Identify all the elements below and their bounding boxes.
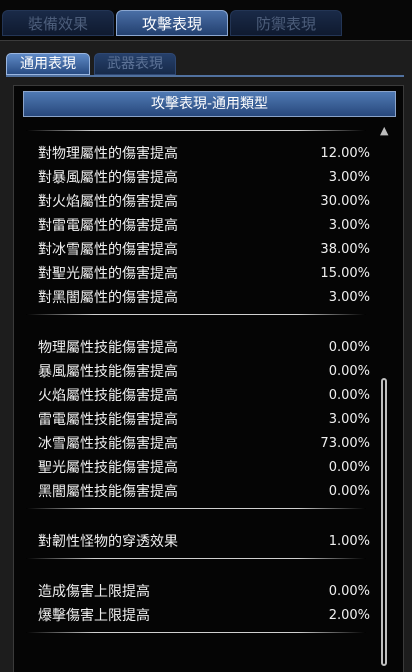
stat-row: 對聖光屬性的傷害提高 15.00% [38, 263, 370, 285]
stat-value: 38.00% [320, 242, 370, 257]
stat-row: 火焰屬性技能傷害提高 0.00% [38, 385, 370, 407]
stat-row: 對黑闇屬性的傷害提高 3.00% [38, 287, 370, 309]
stat-value: 30.00% [320, 194, 370, 209]
stats-panel: 攻擊表現-通用類型 ▲ 對物理屬性的傷害提高 12.00% 對暴風屬性的傷害提高 3.… [13, 85, 404, 672]
stat-value: 0.00% [328, 584, 370, 599]
stat-value: 3.00% [328, 412, 370, 427]
stat-label: 造成傷害上限提高 [38, 584, 150, 600]
chevron-up-icon[interactable]: ▲ [380, 125, 390, 136]
tab-attack-performance[interactable]: 攻擊表現 [116, 10, 228, 36]
stat-row: 對火焰屬性的傷害提高 30.00% [38, 191, 370, 213]
stat-row: 對冰雪屬性的傷害提高 38.00% [38, 239, 370, 261]
section-divider [26, 632, 366, 633]
stat-label: 物理屬性技能傷害提高 [38, 340, 178, 356]
stat-value: 2.00% [328, 608, 370, 623]
stat-label: 對暴風屬性的傷害提高 [38, 170, 178, 186]
stat-row: 爆擊傷害上限提高 2.00% [38, 605, 370, 627]
stat-label: 對黑闇屬性的傷害提高 [38, 290, 178, 306]
stat-value: 0.00% [328, 340, 370, 355]
subtab-weapon[interactable]: 武器表現 [94, 53, 176, 75]
stat-label: 聖光屬性技能傷害提高 [38, 460, 178, 476]
stat-value: 0.00% [328, 364, 370, 379]
stat-label: 對物理屬性的傷害提高 [38, 146, 178, 162]
tab-equipment-effects[interactable]: 裝備效果 [2, 10, 114, 36]
stat-value: 15.00% [320, 266, 370, 281]
subtab-general[interactable]: 通用表現 [6, 53, 90, 75]
section-divider [26, 558, 366, 559]
stat-value: 0.00% [328, 388, 370, 403]
main-frame: 通用表現 武器表現 攻擊表現-通用類型 ▲ 對物理屬性的傷害提高 12.00% 對暴… [0, 40, 412, 672]
stat-row: 對物理屬性的傷害提高 12.00% [38, 143, 370, 165]
stat-label: 爆擊傷害上限提高 [38, 608, 150, 624]
section-divider [26, 130, 366, 131]
section-title: 攻擊表現-通用類型 [23, 91, 396, 117]
stat-label: 對聖光屬性的傷害提高 [38, 266, 178, 282]
stat-row: 造成傷害上限提高 0.00% [38, 581, 370, 603]
stat-label: 對韌性怪物的穿透效果 [38, 534, 178, 550]
section-divider [26, 508, 366, 509]
stat-row: 對雷電屬性的傷害提高 3.00% [38, 215, 370, 237]
scrollbar-thumb[interactable] [381, 378, 387, 666]
stat-row: 物理屬性技能傷害提高 0.00% [38, 337, 370, 359]
subtab-underline [6, 75, 404, 77]
stat-value: 73.00% [320, 436, 370, 451]
section-divider [26, 314, 366, 315]
tab-defense-performance[interactable]: 防禦表現 [230, 10, 342, 36]
stat-value: 12.00% [320, 146, 370, 161]
stat-label: 對冰雪屬性的傷害提高 [38, 242, 178, 258]
stat-row: 冰雪屬性技能傷害提高 73.00% [38, 433, 370, 455]
stat-row: 雷電屬性技能傷害提高 3.00% [38, 409, 370, 431]
stat-label: 冰雪屬性技能傷害提高 [38, 436, 178, 452]
stat-label: 對雷電屬性的傷害提高 [38, 218, 178, 234]
stat-row: 聖光屬性技能傷害提高 0.00% [38, 457, 370, 479]
stat-label: 雷電屬性技能傷害提高 [38, 412, 178, 428]
stat-value: 0.00% [328, 460, 370, 475]
top-tab-bar: 裝備效果 攻擊表現 防禦表現 [0, 0, 412, 40]
stat-label: 暴風屬性技能傷害提高 [38, 364, 178, 380]
stat-label: 對火焰屬性的傷害提高 [38, 194, 178, 210]
stat-label: 黑闇屬性技能傷害提高 [38, 484, 178, 500]
stat-label: 火焰屬性技能傷害提高 [38, 388, 178, 404]
stat-value: 3.00% [328, 170, 370, 185]
stat-row: 黑闇屬性技能傷害提高 0.00% [38, 481, 370, 503]
stat-value: 3.00% [328, 218, 370, 233]
stat-value: 0.00% [328, 484, 370, 499]
stat-value: 3.00% [328, 290, 370, 305]
stat-row: 對韌性怪物的穿透效果 1.00% [38, 531, 370, 553]
stat-value: 1.00% [328, 534, 370, 549]
stat-row: 對暴風屬性的傷害提高 3.00% [38, 167, 370, 189]
stat-row: 暴風屬性技能傷害提高 0.00% [38, 361, 370, 383]
